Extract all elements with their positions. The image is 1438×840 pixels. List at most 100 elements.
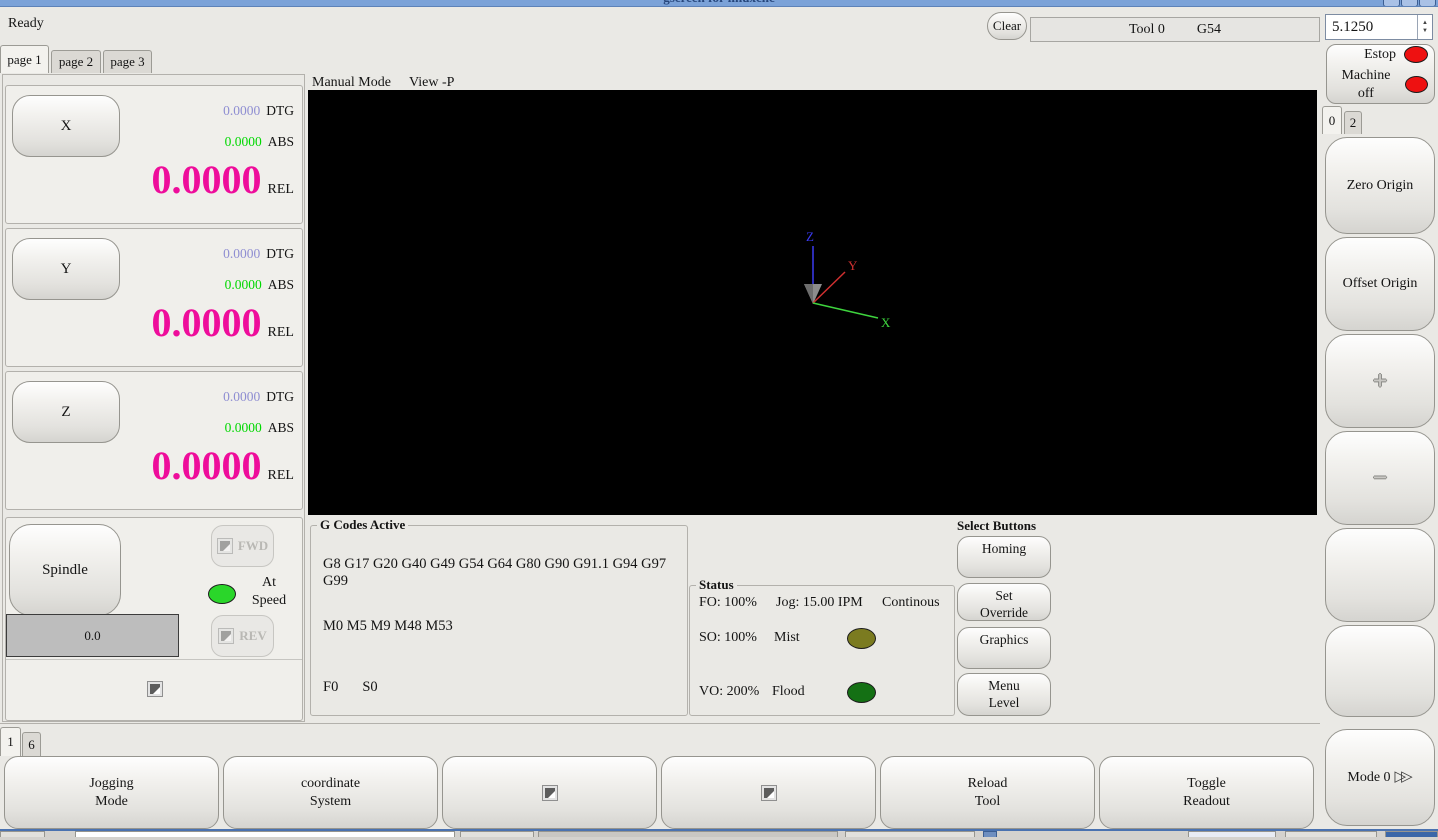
spindle-rev-button[interactable]: REV (211, 615, 274, 657)
view-label: View -P (409, 75, 455, 90)
flood-label: Flood (772, 684, 805, 699)
minimize-icon[interactable] (1383, 0, 1400, 6)
spindle-button[interactable]: Spindle (9, 524, 121, 616)
tab-page-3[interactable]: page 3 (103, 50, 152, 73)
maximize-icon[interactable] (1401, 0, 1418, 6)
z-axis-label: Z (806, 229, 814, 244)
missing-image-icon[interactable] (147, 681, 163, 697)
spin-up-icon[interactable]: ▲ (1422, 19, 1428, 27)
bottom-tab-1[interactable]: 1 (0, 727, 21, 756)
machine-off-label: Machine off (1341, 68, 1391, 101)
backplot-canvas[interactable]: Z Y X (308, 90, 1317, 515)
homing-button[interactable]: Homing (957, 536, 1051, 578)
missing-image-icon (541, 784, 558, 801)
right-tab-2[interactable]: 2 (1344, 111, 1362, 134)
blank-button-2[interactable] (1325, 625, 1435, 717)
tab-label: 2 (1349, 115, 1357, 130)
background-window-segment (1188, 831, 1276, 837)
jog-increment-spinbox[interactable]: 5.1250 ▲ ▼ (1325, 14, 1433, 40)
rel-value: 0.0000 (151, 300, 262, 345)
jog-rate: Jog: 15.00 IPM (776, 595, 863, 610)
spindle-speed-bar: 0.0 (6, 614, 179, 657)
estop-row[interactable]: Estop (1333, 46, 1428, 64)
spindle-speed-value: 0.0 (84, 627, 101, 643)
spinbox-value[interactable]: 5.1250 (1326, 19, 1417, 36)
fs-codes-line: F0 S0 (323, 679, 378, 696)
missing-image-icon (760, 784, 777, 801)
button-label: Graphics (979, 632, 1029, 647)
dtg-value: 0.0000 (223, 103, 261, 118)
minus-button[interactable]: − (1325, 431, 1435, 525)
spindle-fwd-button[interactable]: FWD (211, 525, 274, 567)
background-window-segment (75, 831, 455, 837)
clear-button[interactable]: Clear (987, 12, 1027, 40)
dtg-label: DTG (266, 246, 294, 261)
offset-origin-button[interactable]: Offset Origin (1325, 237, 1435, 331)
button-label: Offset Origin (1342, 276, 1418, 292)
titlebar: gscreen for linuxcnc (0, 0, 1438, 7)
spindle-panel-separator (6, 659, 302, 660)
bottom-tab-6[interactable]: 6 (22, 732, 41, 756)
flood-led (847, 682, 876, 703)
reload-tool-button[interactable]: Reload Tool (880, 756, 1095, 829)
tab-label: 1 (7, 734, 14, 749)
abs-label: ABS (267, 420, 294, 435)
jogging-mode-button[interactable]: Jogging Mode (4, 756, 219, 829)
graphics-button[interactable]: Graphics (957, 627, 1051, 669)
tab-page-2[interactable]: page 2 (51, 50, 101, 73)
abs-label: ABS (267, 277, 294, 292)
window-title: gscreen for linuxcnc (0, 0, 1438, 6)
menu-level-button[interactable]: Menu Level (957, 673, 1051, 716)
estop-box: Estop Machine off (1326, 44, 1435, 104)
blank-icon-button-2[interactable] (661, 756, 876, 829)
mcodes-line: M0 M5 M9 M48 M53 (323, 618, 453, 634)
blank-icon-button-1[interactable] (442, 756, 657, 829)
mode-button-label: Mode 0 (1347, 769, 1391, 785)
close-icon[interactable] (1419, 0, 1436, 6)
coordinate-system-button[interactable]: coordinate System (223, 756, 438, 829)
tab-page-1[interactable]: page 1 (0, 45, 49, 73)
spindle-panel: Spindle FWD At Speed 0.0 REV (5, 517, 303, 721)
button-label: Set Override (980, 588, 1028, 620)
axis-x-button[interactable]: X (12, 95, 120, 157)
dtg-label: DTG (266, 103, 294, 118)
background-window-segment (1285, 831, 1377, 837)
spin-down-icon[interactable]: ▼ (1422, 27, 1428, 35)
mode-button[interactable]: Mode 0 ▷▷ (1325, 729, 1435, 826)
plus-icon: + (1372, 365, 1388, 395)
missing-image-icon (218, 628, 235, 644)
plus-button[interactable]: + (1325, 334, 1435, 428)
right-tab-0[interactable]: 0 (1322, 106, 1342, 134)
background-window-segment (460, 831, 534, 837)
mist-label: Mist (774, 630, 800, 645)
f-code: F0 (323, 679, 339, 695)
axis-z-button[interactable]: Z (12, 381, 120, 443)
spinner-arrows[interactable]: ▲ ▼ (1417, 15, 1432, 39)
dtg-value: 0.0000 (223, 246, 261, 261)
tab-label: 6 (28, 736, 35, 752)
blank-button-1[interactable] (1325, 528, 1435, 622)
zero-origin-button[interactable]: Zero Origin (1325, 137, 1435, 234)
set-override-button[interactable]: Set Override (957, 583, 1051, 621)
axis-button-label: X (60, 117, 72, 134)
button-label: Reload Tool (967, 776, 1008, 809)
s-code: S0 (362, 679, 378, 695)
status-frame: Status FO: 100% Jog: 15.00 IPM Continous… (689, 577, 955, 716)
toggle-readout-button[interactable]: Toggle Readout (1099, 756, 1314, 829)
axis-y-button[interactable]: Y (12, 238, 120, 300)
button-label: Menu Level (988, 678, 1020, 710)
rel-value: 0.0000 (151, 443, 262, 488)
fast-forward-icon: ▷▷ (1394, 769, 1413, 786)
tab-label: page 3 (110, 54, 145, 69)
at-speed-label: At Speed (251, 575, 287, 608)
dro-panel-z: Z 0.0000 DTG 0.0000 ABS 0.0000 REL (5, 371, 303, 510)
gcodes-active-line: G8 G17 G20 G40 G49 G54 G64 G80 G90 G91.1… (323, 556, 667, 589)
abs-value: 0.0000 (224, 134, 262, 149)
dro-panel-x: X 0.0000 DTG 0.0000 ABS 0.0000 REL (5, 85, 303, 224)
dtg-label: DTG (266, 389, 294, 404)
dtg-value: 0.0000 (223, 389, 261, 404)
axis-button-label: Y (60, 260, 72, 277)
machine-off-row[interactable]: Machine off (1333, 67, 1428, 102)
tool-number: Tool 0 (1128, 21, 1165, 37)
abs-value: 0.0000 (224, 420, 262, 435)
